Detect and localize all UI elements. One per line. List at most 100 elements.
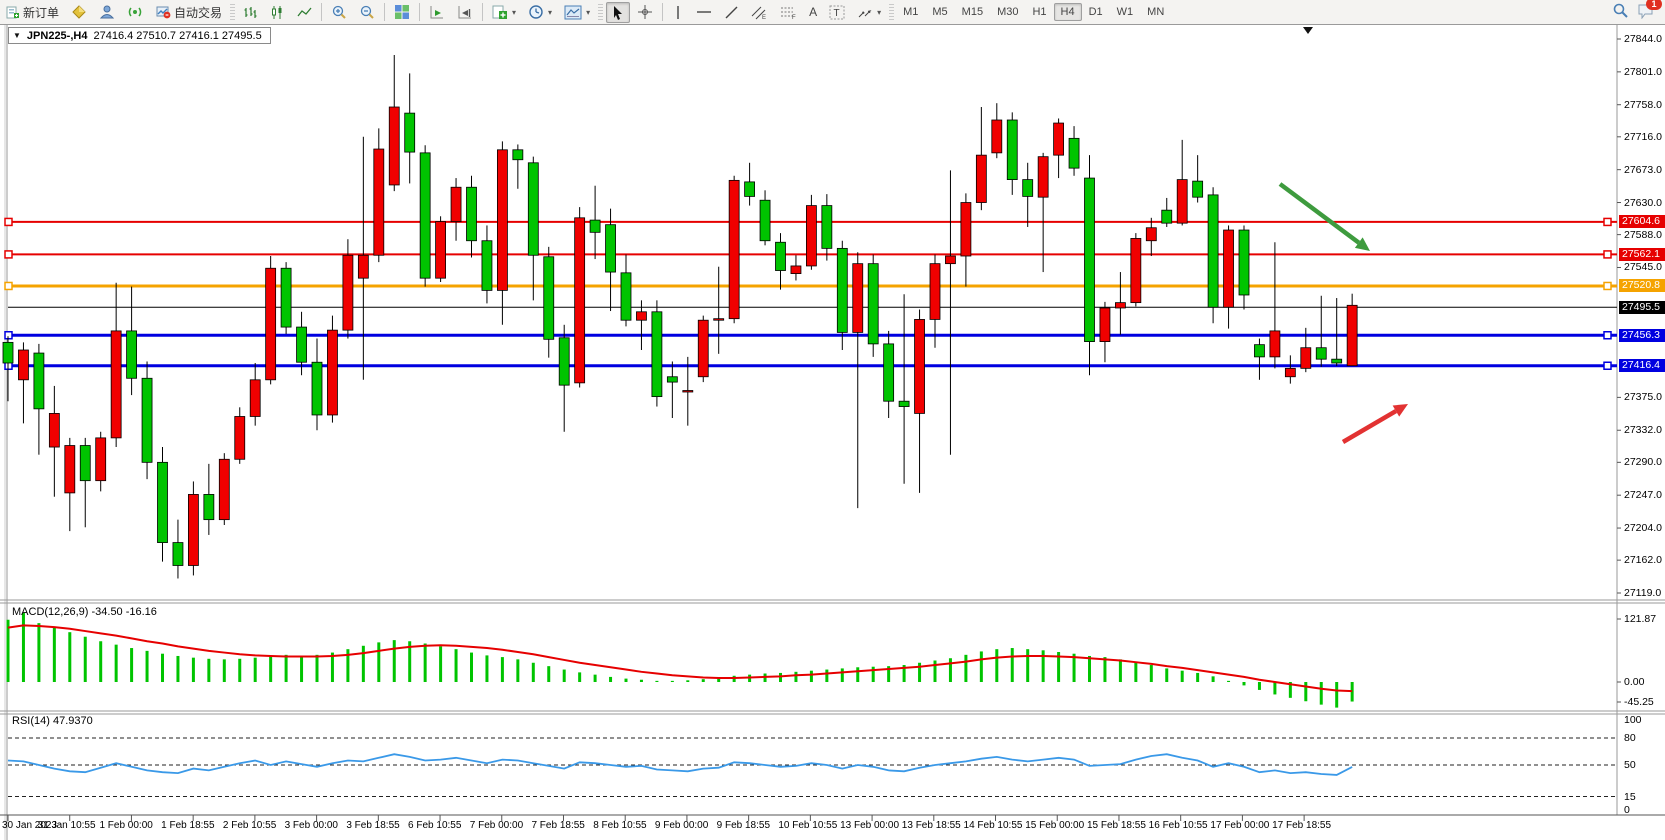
candle[interactable] — [96, 438, 106, 481]
candle[interactable] — [1347, 305, 1357, 365]
text-label-tool-button[interactable]: T — [824, 2, 850, 23]
candle[interactable] — [497, 150, 507, 291]
notifications-icon[interactable]: 1 — [1637, 3, 1655, 22]
tile-windows-button[interactable] — [389, 1, 415, 23]
candle[interactable] — [436, 222, 446, 279]
timeframe-button-m15[interactable]: M15 — [955, 3, 990, 21]
chart-canvas[interactable] — [0, 25, 1665, 840]
zoom-in-button[interactable] — [326, 1, 352, 23]
candle[interactable] — [482, 241, 492, 291]
candle[interactable] — [559, 338, 569, 385]
candle[interactable] — [34, 353, 44, 409]
candle[interactable] — [467, 187, 477, 240]
cursor-tool-button[interactable] — [606, 2, 630, 23]
templates-button[interactable]: ▾ — [559, 2, 595, 23]
candle[interactable] — [667, 377, 677, 382]
candle[interactable] — [18, 350, 28, 380]
candle[interactable] — [1115, 303, 1125, 308]
candle[interactable] — [111, 331, 121, 438]
candle[interactable] — [791, 266, 801, 274]
candle[interactable] — [575, 218, 585, 383]
candle[interactable] — [1162, 210, 1172, 223]
candle[interactable] — [745, 182, 755, 197]
candle[interactable] — [1301, 348, 1311, 369]
candle[interactable] — [281, 268, 291, 327]
candle[interactable] — [590, 220, 600, 232]
candle[interactable] — [606, 225, 616, 272]
candle[interactable] — [1023, 180, 1033, 197]
timeframe-button-h4[interactable]: H4 — [1054, 3, 1082, 21]
indicators-button[interactable]: ▾ — [487, 1, 521, 23]
candle[interactable] — [652, 312, 662, 397]
timeframe-button-w1[interactable]: W1 — [1110, 3, 1141, 21]
timeframe-button-h1[interactable]: H1 — [1025, 3, 1053, 21]
new-order-button[interactable]: 新订单 — [1, 1, 64, 24]
candle[interactable] — [389, 107, 399, 185]
timeframe-button-d1[interactable]: D1 — [1082, 3, 1110, 21]
auto-trading-button[interactable]: 自动交易 — [150, 1, 227, 24]
level-line-handle[interactable] — [5, 218, 12, 225]
auto-scroll-button[interactable] — [424, 1, 450, 23]
candle[interactable] — [358, 255, 368, 278]
line-chart-button[interactable] — [292, 2, 317, 23]
candle[interactable] — [250, 380, 260, 417]
candle[interactable] — [760, 200, 770, 240]
bar-chart-button[interactable] — [238, 2, 263, 23]
candle[interactable] — [683, 391, 693, 393]
candle[interactable] — [945, 256, 955, 264]
level-line-handle[interactable] — [5, 251, 12, 258]
candle[interactable] — [1146, 228, 1156, 241]
candle[interactable] — [1270, 331, 1280, 357]
candle[interactable] — [976, 155, 986, 202]
arrows-tool-button[interactable]: ▾ — [852, 2, 886, 23]
candle[interactable] — [127, 331, 137, 378]
candle[interactable] — [204, 494, 214, 519]
level-line-handle[interactable] — [1604, 282, 1611, 289]
timeframe-button-m30[interactable]: M30 — [990, 3, 1025, 21]
level-line-handle[interactable] — [5, 282, 12, 289]
candle[interactable] — [636, 312, 646, 320]
candle[interactable] — [65, 446, 75, 493]
candle[interactable] — [1285, 368, 1295, 376]
candle[interactable] — [1193, 181, 1203, 197]
chart-shift-button[interactable] — [452, 1, 478, 23]
candle[interactable] — [544, 257, 554, 340]
accounts-button[interactable] — [94, 1, 120, 23]
signal-icon-button[interactable] — [122, 1, 148, 23]
candle[interactable] — [961, 203, 971, 256]
one-click-trading-toggle[interactable]: ▼ — [13, 31, 21, 40]
candle[interactable] — [868, 264, 878, 344]
market-watch-button[interactable] — [66, 1, 92, 23]
candle[interactable] — [621, 273, 631, 320]
periods-button[interactable]: ▾ — [523, 1, 557, 23]
candle[interactable] — [1085, 178, 1095, 342]
candle[interactable] — [992, 120, 1002, 153]
candle[interactable] — [451, 187, 461, 221]
horizontal-line-tool-button[interactable] — [691, 2, 717, 22]
timeframe-button-mn[interactable]: MN — [1140, 3, 1171, 21]
candle[interactable] — [1316, 348, 1326, 359]
candle[interactable] — [1254, 345, 1264, 357]
candle[interactable] — [1007, 120, 1017, 180]
candle[interactable] — [1332, 359, 1342, 363]
candle[interactable] — [49, 413, 59, 447]
candle[interactable] — [219, 459, 229, 519]
candle[interactable] — [158, 462, 168, 542]
candle[interactable] — [1069, 138, 1079, 168]
candle[interactable] — [405, 113, 415, 152]
level-line-handle[interactable] — [1604, 362, 1611, 369]
candle[interactable] — [1038, 157, 1048, 197]
candle[interactable] — [853, 264, 863, 333]
candle[interactable] — [80, 446, 90, 481]
candle[interactable] — [142, 378, 152, 462]
candle[interactable] — [698, 320, 708, 377]
candle[interactable] — [837, 248, 847, 332]
candlestick-chart-button[interactable] — [265, 2, 290, 23]
candle[interactable] — [1208, 195, 1218, 307]
candle[interactable] — [1177, 180, 1187, 224]
fibonacci-tool-button[interactable]: F — [775, 2, 802, 23]
candle[interactable] — [173, 543, 183, 566]
candle[interactable] — [513, 150, 523, 160]
candle[interactable] — [1100, 308, 1110, 342]
candle[interactable] — [776, 242, 786, 270]
